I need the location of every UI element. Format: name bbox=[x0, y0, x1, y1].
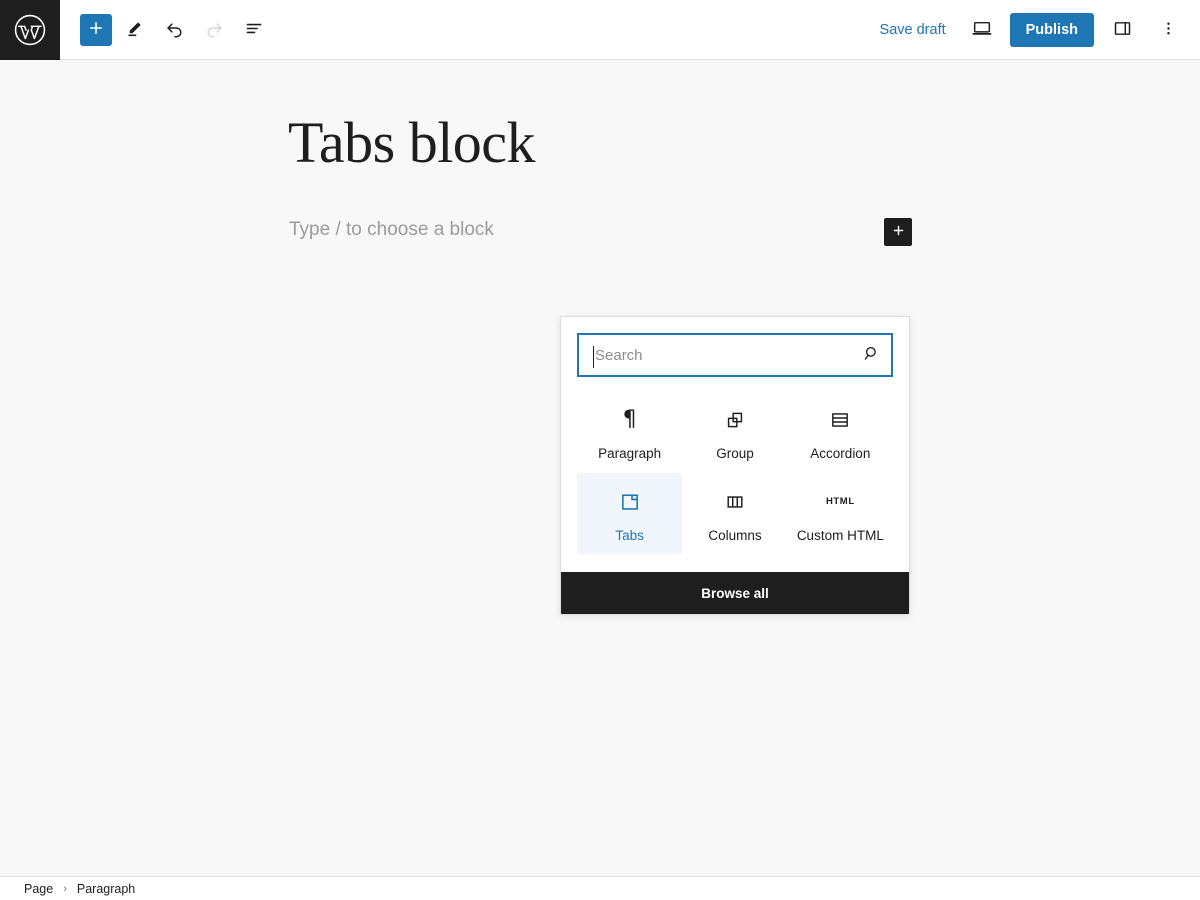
pencil-icon bbox=[125, 19, 144, 41]
tools-edit-mode-button[interactable] bbox=[116, 12, 152, 48]
wordpress-logo-icon bbox=[13, 13, 47, 47]
settings-sidebar-toggle-button[interactable] bbox=[1104, 12, 1140, 48]
block-item-tabs[interactable]: Tabs bbox=[577, 472, 683, 554]
block-item-group[interactable]: Group bbox=[682, 391, 787, 473]
editor-canvas: Tabs block Type / to choose a block Sear… bbox=[0, 61, 1200, 876]
inline-block-inserter-button[interactable] bbox=[884, 218, 912, 246]
search-submit-button[interactable] bbox=[862, 344, 881, 366]
save-draft-button[interactable]: Save draft bbox=[872, 16, 954, 44]
breadcrumb-item-page[interactable]: Page bbox=[24, 882, 53, 896]
undo-button[interactable] bbox=[156, 12, 192, 48]
redo-arrow-icon bbox=[204, 18, 225, 42]
block-item-columns[interactable]: Columns bbox=[682, 473, 787, 555]
three-dots-vertical-icon bbox=[1159, 19, 1178, 41]
plus-icon bbox=[891, 223, 906, 241]
top-bar-left-tools bbox=[80, 12, 272, 48]
columns-icon bbox=[724, 489, 746, 515]
browse-all-button[interactable]: Browse all bbox=[561, 572, 909, 614]
editor-top-bar: Save draft Publish bbox=[0, 0, 1200, 60]
tabs-icon bbox=[619, 489, 641, 515]
list-view-button[interactable] bbox=[236, 12, 272, 48]
block-item-custom-html[interactable]: HTML Custom HTML bbox=[788, 473, 893, 555]
page-title[interactable]: Tabs block bbox=[288, 111, 536, 175]
accordion-rows-icon bbox=[829, 407, 851, 433]
search-input[interactable] bbox=[579, 335, 891, 375]
block-item-label: Columns bbox=[708, 527, 762, 543]
block-item-label: Accordion bbox=[810, 446, 871, 461]
desktop-preview-icon bbox=[971, 17, 993, 42]
breadcrumb-separator-icon: › bbox=[63, 882, 67, 895]
block-item-label: Tabs bbox=[615, 527, 644, 543]
block-inserter-toggle-button[interactable] bbox=[80, 13, 112, 46]
plus-icon bbox=[87, 19, 105, 40]
html-text-icon: HTML bbox=[825, 496, 855, 507]
paragraph-pilcrow-icon: ¶ bbox=[622, 407, 637, 432]
block-item-paragraph[interactable]: ¶ Paragraph bbox=[577, 391, 682, 473]
preview-button[interactable] bbox=[964, 12, 1000, 48]
group-overlapping-squares-icon bbox=[724, 407, 746, 433]
text-caret bbox=[593, 346, 594, 368]
publish-button[interactable]: Publish bbox=[1009, 12, 1094, 47]
inserter-search-section bbox=[561, 317, 909, 385]
block-item-label: Group bbox=[716, 446, 754, 461]
wordpress-logo-button[interactable] bbox=[0, 0, 60, 60]
block-item-label: Custom HTML bbox=[796, 527, 884, 543]
block-breadcrumb-bar: Page › Paragraph bbox=[0, 876, 1200, 900]
list-view-icon bbox=[244, 18, 265, 42]
sidebar-panel-icon bbox=[1112, 18, 1133, 42]
block-inserter-popover: ¶ Paragraph Group bbox=[560, 316, 910, 615]
editor-options-button[interactable] bbox=[1150, 12, 1186, 48]
breadcrumb-item-paragraph[interactable]: Paragraph bbox=[77, 882, 135, 896]
redo-button[interactable] bbox=[196, 12, 232, 48]
search-box[interactable] bbox=[577, 333, 893, 377]
block-item-accordion[interactable]: Accordion bbox=[788, 391, 893, 473]
top-bar-right-tools: Save draft Publish bbox=[872, 12, 1200, 48]
paragraph-block-placeholder[interactable]: Type / to choose a block bbox=[289, 219, 494, 241]
undo-arrow-icon bbox=[164, 18, 185, 42]
block-item-label: Paragraph bbox=[598, 446, 662, 461]
block-type-grid: ¶ Paragraph Group Accordion Tabs Columns… bbox=[561, 385, 909, 572]
search-magnifier-icon bbox=[862, 344, 881, 366]
